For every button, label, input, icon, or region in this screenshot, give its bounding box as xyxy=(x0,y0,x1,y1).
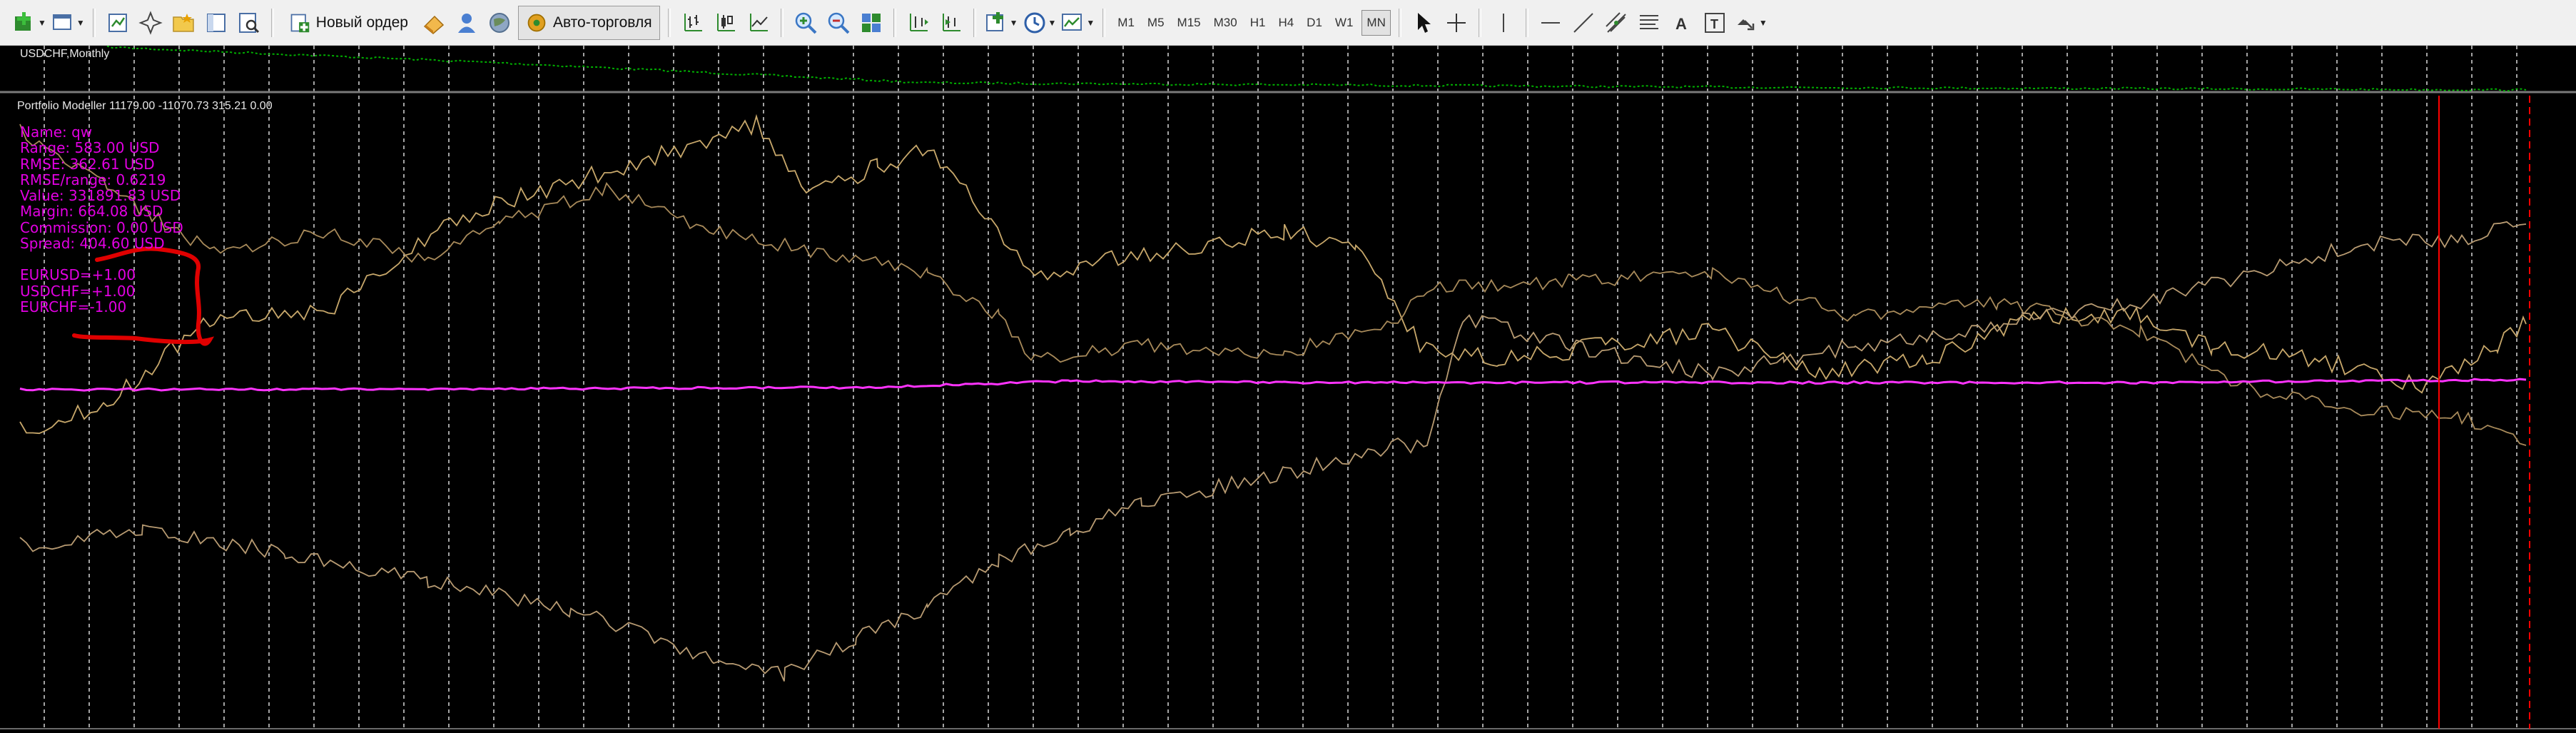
stat-spread: Spread: 404.60 USD xyxy=(20,235,165,253)
eurusd-component-line xyxy=(19,113,2527,435)
dropdown-arrow-icon: ▼ xyxy=(1009,17,1018,28)
timeframe-d1-button[interactable]: D1 xyxy=(1302,10,1327,36)
timeframe-h4-button[interactable]: H4 xyxy=(1274,10,1298,36)
usdchf-price-line xyxy=(106,46,2527,92)
toolbar-separator xyxy=(973,8,976,37)
templates-button[interactable]: ▼ xyxy=(1060,6,1095,40)
trendline-tool-icon[interactable] xyxy=(1569,6,1598,40)
autotrading-button[interactable]: Авто-торговля xyxy=(517,5,660,40)
chart-symbol-title: USDCHF,Monthly xyxy=(20,48,110,60)
toolbar-separator xyxy=(780,8,784,37)
timeframe-m5-button[interactable]: M5 xyxy=(1143,10,1169,36)
fibonacci-tool-icon[interactable] xyxy=(1635,6,1663,40)
cursor-tool-icon[interactable] xyxy=(1409,6,1438,40)
dropdown-arrow-icon: ▼ xyxy=(76,17,85,28)
svg-text:T: T xyxy=(1710,17,1718,31)
portfolio-stats-panel: Name: qw Range: 583.00 USD RMSE: 362.61 … xyxy=(20,124,183,315)
navigator-button[interactable] xyxy=(136,6,165,40)
text-label-tool-icon[interactable]: T xyxy=(1700,6,1729,40)
stat-rmse: RMSE: 362.61 USD xyxy=(20,155,155,173)
chart-shift-button[interactable] xyxy=(904,6,933,40)
autotrading-label: Авто-торговля xyxy=(552,14,652,31)
stat-margin: Margin: 664.08 USD xyxy=(20,203,163,221)
vertical-line-tool-icon[interactable] xyxy=(1489,6,1518,40)
stat-pair-eurchf: EURCHF=-1.00 xyxy=(20,298,127,315)
toolbar-separator xyxy=(1478,8,1481,37)
stat-name: Name: qw xyxy=(20,123,93,141)
profiles-button[interactable]: ▼ xyxy=(51,6,85,40)
strategy-tester-button[interactable] xyxy=(235,6,263,40)
timeframe-m1-button[interactable]: M1 xyxy=(1113,10,1139,36)
line-chart-button[interactable] xyxy=(744,6,773,40)
zoom-out-icon[interactable] xyxy=(824,6,853,40)
market-watch-button[interactable] xyxy=(103,6,132,40)
periods-button[interactable]: ▼ xyxy=(1023,6,1057,40)
chart-canvas[interactable] xyxy=(0,46,2576,733)
favorites-button[interactable] xyxy=(169,6,198,40)
crosshair-tool-icon[interactable] xyxy=(1442,6,1471,40)
stat-commission: Commission: 0.00 USD xyxy=(20,218,183,236)
toolbar-separator xyxy=(270,8,274,37)
toolbar-separator xyxy=(1398,8,1401,37)
chart-grid xyxy=(44,46,2517,729)
eurchf-component-line xyxy=(19,221,2527,682)
stat-range: Range: 583.00 USD xyxy=(20,139,160,157)
new-chart-button[interactable]: ▼ xyxy=(12,6,46,40)
dropdown-arrow-icon: ▼ xyxy=(38,17,46,28)
stat-pair-usdchf: USDCHF=+1.00 xyxy=(20,282,136,300)
zoom-in-icon[interactable] xyxy=(791,6,820,40)
indicators-button[interactable]: ▼ xyxy=(984,6,1018,40)
market-button[interactable] xyxy=(485,6,514,40)
dropdown-arrow-icon: ▼ xyxy=(1086,17,1095,28)
bar-chart-button[interactable] xyxy=(679,6,707,40)
toolbar-separator xyxy=(667,8,671,37)
dropdown-arrow-icon: ▼ xyxy=(1048,17,1057,28)
toolbar-separator xyxy=(893,8,896,37)
text-tool-icon[interactable]: A xyxy=(1668,6,1696,40)
timeframe-bar: M1 M5 M15 M30 H1 H4 D1 W1 MN xyxy=(1111,9,1393,36)
timeframe-mn-button[interactable]: MN xyxy=(1361,9,1391,36)
stat-rmse-range: RMSE/range: 0.6219 xyxy=(20,171,166,188)
portfolio-sum-line xyxy=(19,378,2527,392)
timeframe-m30-button[interactable]: M30 xyxy=(1210,10,1242,36)
metaeditor-button[interactable] xyxy=(420,6,448,40)
main-toolbar: ▼ ▼ Новый ордер Авто-торговля ▼ ▼ ▼ M1 M… xyxy=(0,0,2576,46)
terminal-button[interactable] xyxy=(202,6,230,40)
equidistant-channel-tool-icon[interactable] xyxy=(1602,6,1631,40)
toolbar-separator xyxy=(92,8,96,37)
autoscroll-button[interactable] xyxy=(937,6,965,40)
timeframe-m15-button[interactable]: M15 xyxy=(1173,10,1205,36)
arrows-tool-icon[interactable]: ▼ xyxy=(1733,6,1768,40)
signals-button[interactable] xyxy=(452,6,481,40)
timeframe-h1-button[interactable]: H1 xyxy=(1246,10,1270,36)
toolbar-separator xyxy=(1102,8,1106,37)
new-order-label: Новый ордер xyxy=(315,14,408,31)
usdchf-component-line xyxy=(19,123,2527,446)
chart-window[interactable]: USDCHF,Monthly Portfolio Modeller 11179.… xyxy=(0,46,2576,733)
horizontal-line-tool-icon[interactable] xyxy=(1536,6,1565,40)
indicator-title: Portfolio Modeller 11179.00 -11070.73 31… xyxy=(17,100,273,112)
candlestick-chart-button[interactable] xyxy=(711,6,740,40)
timeframe-w1-button[interactable]: W1 xyxy=(1331,10,1358,36)
stat-pair-eurusd: EURUSD=+1.00 xyxy=(20,266,136,284)
stat-spacer xyxy=(20,251,183,267)
stat-value: Value: 331891.83 USD xyxy=(20,187,181,205)
dropdown-arrow-icon: ▼ xyxy=(1758,17,1768,28)
tile-windows-button[interactable] xyxy=(857,6,886,40)
svg-text:A: A xyxy=(1675,15,1687,33)
toolbar-separator xyxy=(1525,8,1528,37)
new-order-button[interactable]: Новый ордер xyxy=(282,6,415,40)
